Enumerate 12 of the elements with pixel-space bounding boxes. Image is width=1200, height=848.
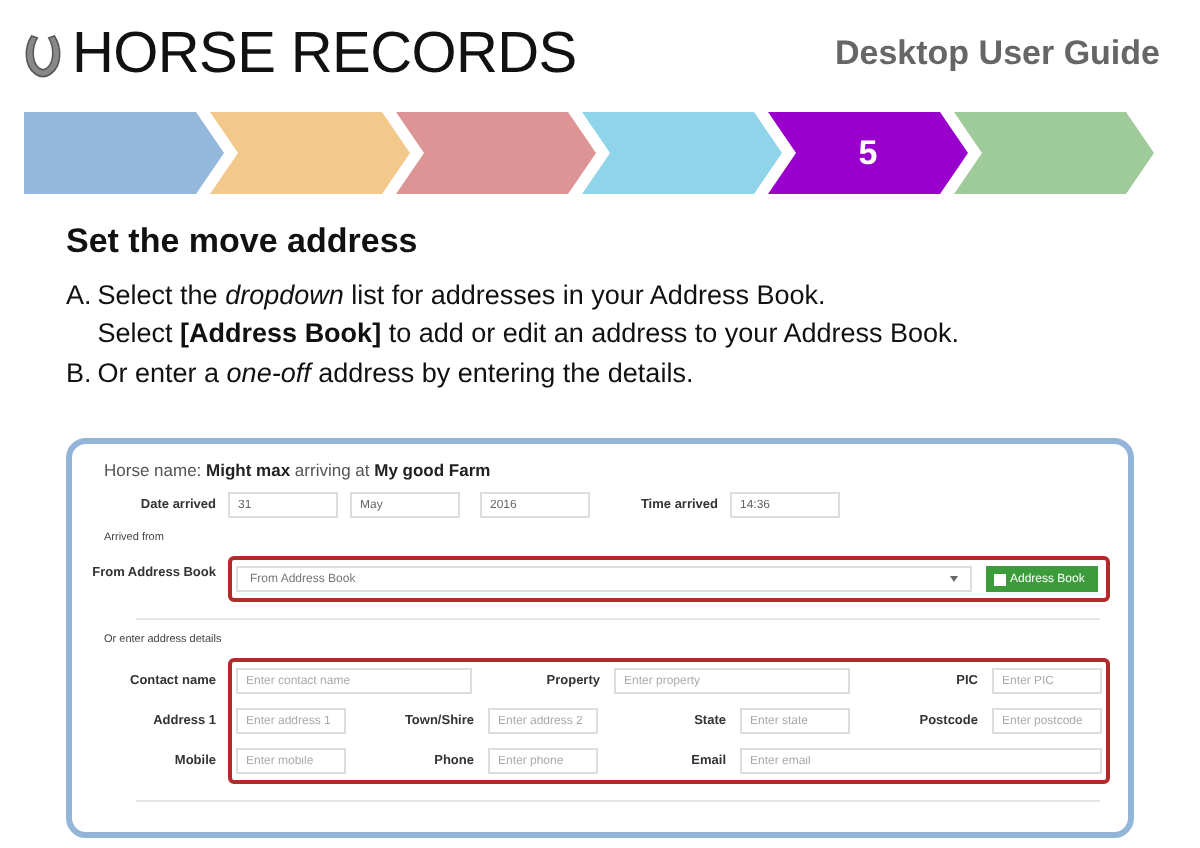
instruction-text: Or enter a one-off address by entering the details. <box>97 358 694 388</box>
step-chevron: 5 <box>768 112 968 194</box>
list-marker: B. <box>66 358 92 388</box>
caret-icon <box>950 576 958 582</box>
section-heading: Set the move address <box>66 222 420 262</box>
instruction-text: Select the dropdown list for addresses in your Address Book. <box>97 280 828 310</box>
horse-summary: Horse name: Might max arriving at My good Farm <box>104 460 493 480</box>
guide-title: Desktop User Guide <box>835 34 1160 74</box>
horseshoe-icon <box>24 29 62 79</box>
instruction-text: Select [Address Book] to add or edit an address to your Address Book. <box>97 318 959 348</box>
list-marker: A. <box>66 280 92 314</box>
app-title: HORSE RECORDS <box>72 21 577 87</box>
